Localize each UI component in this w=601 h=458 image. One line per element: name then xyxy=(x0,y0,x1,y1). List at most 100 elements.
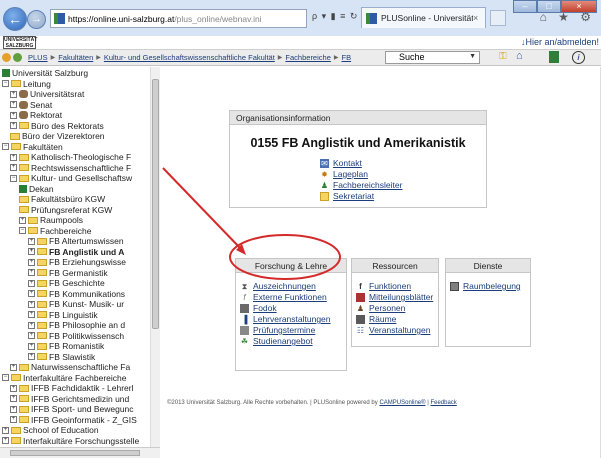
tree-horizontal-scrollbar[interactable] xyxy=(0,447,160,458)
tree-item[interactable]: + IFFB Geoinformatik - Z_GIS xyxy=(10,415,137,425)
expand-icon[interactable]: + xyxy=(2,437,9,444)
tree-item[interactable]: + FB Kunst- Musik- ur xyxy=(28,299,124,309)
campusonline-link[interactable]: CAMPUSonline® xyxy=(379,400,425,406)
tree-item[interactable]: + FB Geschichte xyxy=(28,278,105,288)
feedback-link[interactable]: Feedback xyxy=(430,400,456,406)
expand-icon[interactable]: + xyxy=(28,332,35,339)
breadcrumb-plus[interactable]: PLUS xyxy=(28,53,48,62)
raeume-link[interactable]: Räume xyxy=(369,314,396,324)
expand-icon[interactable]: + xyxy=(10,153,17,161)
tree-item[interactable]: + Katholisch-Theologische F xyxy=(10,152,131,162)
fachbereichsleiter-link[interactable]: Fachbereichsleiter xyxy=(333,180,402,190)
kontakt-link[interactable]: Kontakt xyxy=(333,158,362,168)
tab-close-icon[interactable]: × xyxy=(473,13,485,23)
pruefungstermine-link[interactable]: Prüfungstermine xyxy=(253,325,315,335)
expand-icon[interactable]: + xyxy=(19,216,26,224)
collapse-icon[interactable]: − xyxy=(2,80,9,87)
address-bar[interactable]: https://online.uni-salzburg.at/plus_onli… xyxy=(50,9,307,28)
minimize-button[interactable]: – xyxy=(513,0,537,13)
tree-item[interactable]: + FB Altertumswissen xyxy=(28,236,124,246)
flag-icon[interactable] xyxy=(549,51,559,63)
expand-icon[interactable]: + xyxy=(10,395,17,402)
university-logo[interactable]: UNIVERSITÄT SALZBURG xyxy=(3,36,37,49)
tree-item[interactable]: − Kultur- und Gesellschaftsw xyxy=(10,173,132,183)
expand-icon[interactable]: + xyxy=(28,311,35,318)
expand-icon[interactable]: + xyxy=(10,122,17,129)
expand-icon[interactable]: + xyxy=(2,426,9,434)
expand-icon[interactable]: + xyxy=(28,269,35,276)
tree-item[interactable]: + Senat xyxy=(10,100,52,110)
expand-icon[interactable]: + xyxy=(28,290,35,297)
tree-item[interactable]: + FB Linguistik xyxy=(28,310,98,320)
breadcrumb-kgw-fakultaet[interactable]: Kultur- und Gesellschaftswissenschaftlic… xyxy=(104,53,275,62)
fodok-link[interactable]: Fodok xyxy=(253,303,277,313)
tree-item[interactable]: + FB Slawistik xyxy=(28,352,95,362)
tree-item[interactable]: Büro der Vizerektoren xyxy=(10,131,105,141)
tree-hscroll-thumb[interactable] xyxy=(10,450,140,456)
expand-icon[interactable]: + xyxy=(28,279,35,287)
mitteilungsblaetter-link[interactable]: Mitteilungsblätter xyxy=(369,292,433,302)
new-tab-button[interactable] xyxy=(490,10,506,26)
forward-button[interactable]: → xyxy=(27,10,46,29)
tree-item[interactable]: + FB Politikwissensch xyxy=(28,331,124,341)
collapse-icon[interactable]: − xyxy=(10,174,17,182)
tree-item[interactable]: Universität Salzburg xyxy=(2,68,88,78)
tree-item[interactable]: + Rechtswissenschaftliche F xyxy=(10,163,131,173)
tree-item[interactable]: Prüfungsreferat KGW xyxy=(19,205,112,215)
tree-item[interactable]: + School of Education xyxy=(2,425,99,435)
lehrveranstaltungen-link[interactable]: Lehrveranstaltungen xyxy=(253,314,331,324)
studienangebot-link[interactable]: Studienangebot xyxy=(253,336,313,346)
settings-icon[interactable] xyxy=(2,53,11,62)
tree-item[interactable]: − Fachbereiche xyxy=(19,226,92,236)
expand-icon[interactable]: + xyxy=(28,248,35,255)
tree-item[interactable]: + FB Anglistik und A xyxy=(28,247,124,257)
externe-funktionen-link[interactable]: Externe Funktionen xyxy=(253,292,327,302)
expand-icon[interactable]: + xyxy=(10,164,17,171)
veranstaltungen-link[interactable]: Veranstaltungen xyxy=(369,325,430,335)
breadcrumb-fachbereiche[interactable]: Fachbereiche xyxy=(285,53,330,62)
tree-vertical-scrollbar[interactable] xyxy=(150,67,160,447)
expand-icon[interactable]: + xyxy=(10,384,17,392)
tree-item[interactable]: + FB Kommunikations xyxy=(28,289,125,299)
tree-item[interactable]: − Interfakultäre Fachbereiche xyxy=(2,373,126,383)
collapse-icon[interactable]: − xyxy=(2,374,9,381)
funktionen-link[interactable]: Funktionen xyxy=(369,281,411,291)
expand-icon[interactable]: + xyxy=(28,300,35,308)
tree-item[interactable]: + Rektorat xyxy=(10,110,62,120)
login-link[interactable]: Hier an/abmelden! xyxy=(525,37,599,47)
tree-item[interactable]: + IFFB Sport- und Bewegunc xyxy=(10,404,134,414)
info-icon[interactable]: i xyxy=(572,51,585,64)
expand-icon[interactable]: + xyxy=(10,363,17,371)
collapse-icon[interactable]: − xyxy=(19,227,26,234)
tree-item[interactable]: − Fakultäten xyxy=(2,142,63,152)
tree-item[interactable]: Fakultätsbüro KGW xyxy=(19,194,105,204)
expand-icon[interactable]: + xyxy=(28,342,35,350)
breadcrumb-fb[interactable]: FB xyxy=(342,53,352,62)
breadcrumb-fakultaeten[interactable]: Fakultäten xyxy=(58,53,93,62)
tree-item[interactable]: + Naturwissenschaftliche Fa xyxy=(10,362,130,372)
browser-home-star-gear-icons[interactable]: ⌂ ★ ⚙ xyxy=(540,10,595,24)
tree-item[interactable]: + FB Erziehungswisse xyxy=(28,257,126,267)
expand-icon[interactable]: + xyxy=(28,321,35,329)
tree-item[interactable]: Dekan xyxy=(19,184,54,194)
tree-item[interactable]: + Interfakultäre Forschungsstelle xyxy=(2,436,139,446)
tree-item[interactable]: + Universitätsrat xyxy=(10,89,84,99)
expand-icon[interactable]: + xyxy=(28,258,35,266)
expand-icon[interactable]: + xyxy=(10,405,17,413)
tree-item[interactable]: + FB Romanistik xyxy=(28,341,104,351)
expand-icon[interactable]: + xyxy=(10,111,17,119)
tree-item[interactable]: + FB Germanistik xyxy=(28,268,108,278)
address-bar-tools[interactable]: ρ ▾ ▮ ≡ ↻ × xyxy=(312,11,368,22)
expand-icon[interactable]: + xyxy=(10,101,17,108)
tree-item[interactable]: + Büro des Rektorats xyxy=(10,121,104,131)
expand-icon[interactable]: + xyxy=(10,416,17,423)
sekretariat-link[interactable]: Sekretariat xyxy=(333,191,374,201)
tree-item[interactable]: + IFFB Fachdidaktik - Lehrerl xyxy=(10,383,134,393)
collapse-icon[interactable]: − xyxy=(2,143,9,150)
auszeichnungen-link[interactable]: Auszeichnungen xyxy=(253,281,316,291)
raumbelegung-link[interactable]: Raumbelegung xyxy=(463,281,521,291)
home-icon[interactable]: ⌂ xyxy=(516,50,523,62)
tree-scroll-thumb[interactable] xyxy=(152,79,159,329)
lageplan-link[interactable]: Lageplan xyxy=(333,169,368,179)
tree-item[interactable]: + IFFB Gerichtsmedizin und xyxy=(10,394,129,404)
